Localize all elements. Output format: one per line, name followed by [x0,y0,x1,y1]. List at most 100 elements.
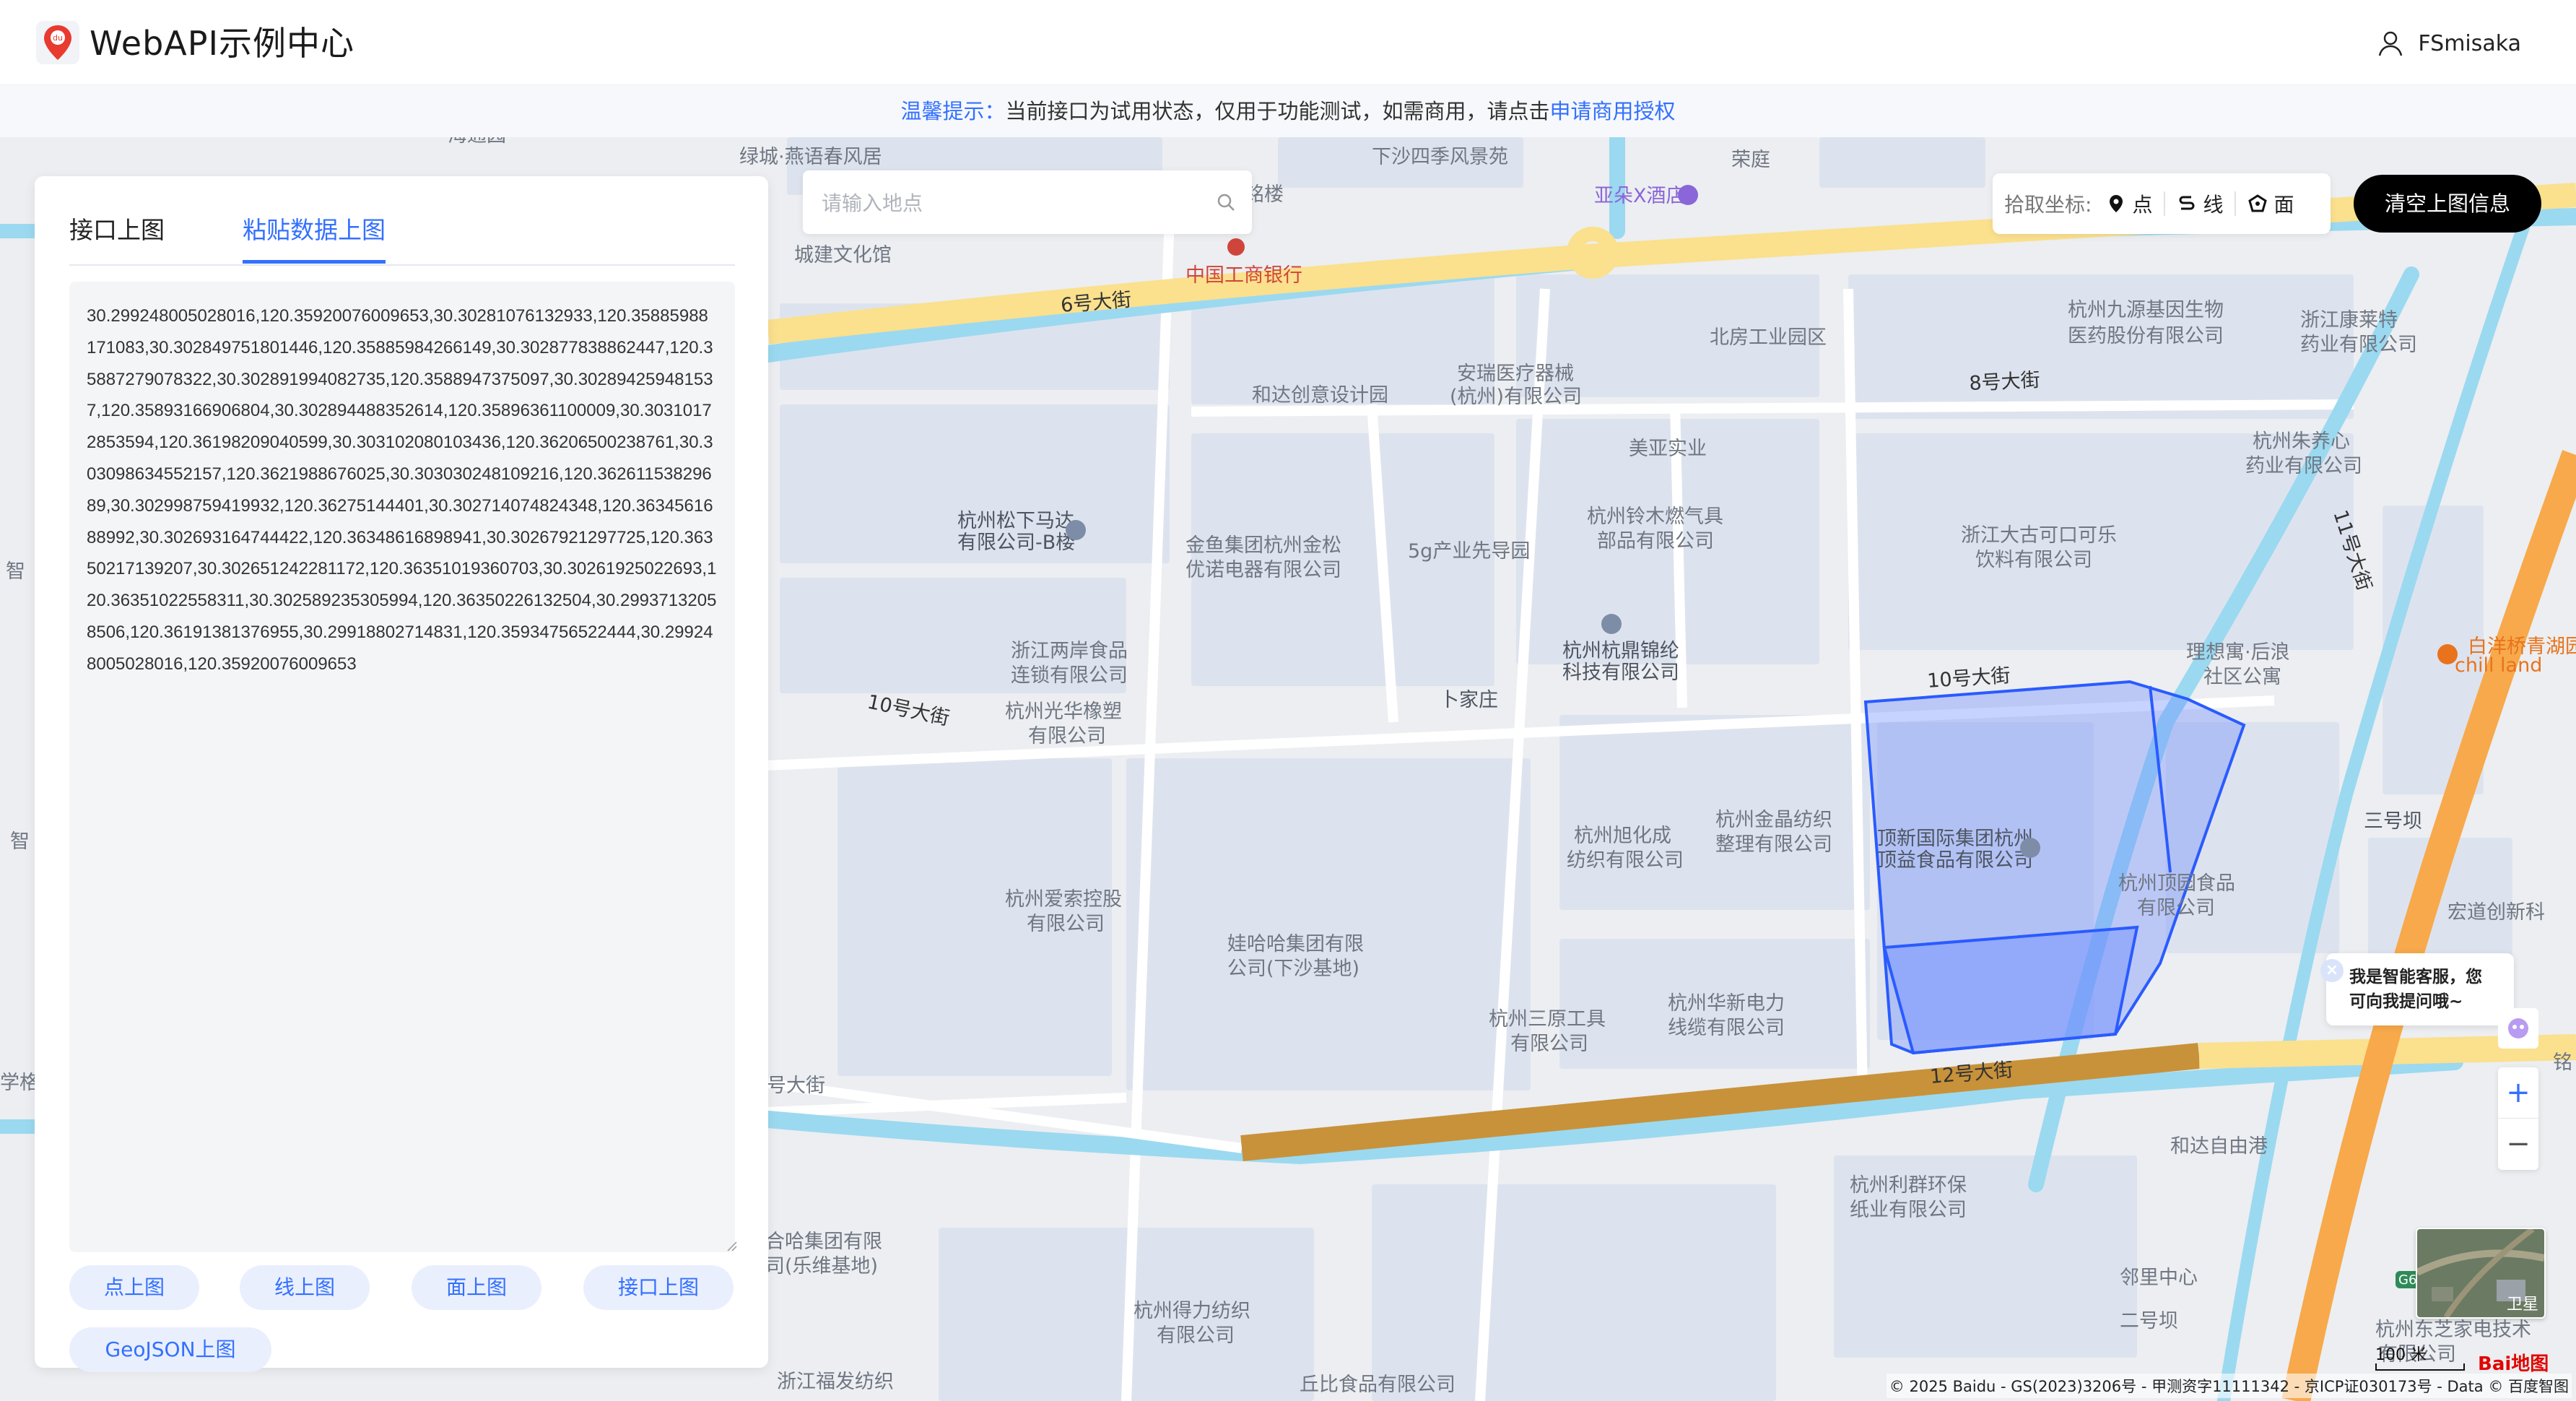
map-label: 荣庭 [1731,149,1770,171]
line-upload-button[interactable]: 线上图 [240,1265,370,1310]
clear-map-button[interactable]: 清空上图信息 [2354,175,2541,233]
map-label: 杭州东芝家电技术 [2375,1319,2531,1341]
panel-tabs: 接口上图 粘贴数据上图 [69,195,735,266]
pick-line-label: 线 [2203,193,2224,217]
map-label: 丘比食品有限公司 [1300,1374,1455,1396]
map-label: 浙江两岸食品 [1011,640,1128,662]
map-label: 下沙四季风景苑 [1372,146,1508,168]
hotel-icon [1678,185,1698,205]
polygon-upload-button[interactable]: 面上图 [412,1265,541,1310]
map-label: 杭州爱索控股 [1005,888,1122,911]
map-label: 有限公司 [1027,913,1105,935]
ai-assistant-bubble[interactable]: × 我是智能客服，您 可向我提问哦~ [2320,953,2514,1025]
map-label: 药业有限公司 [2245,455,2362,477]
map-label: 纸业有限公司 [1850,1199,1967,1221]
zoom-out-button[interactable]: − [2498,1119,2538,1169]
geojson-upload-button[interactable]: GeoJSON上图 [69,1327,271,1372]
park-poi-icon [2437,644,2458,664]
map-label: 杭州利群环保 [1850,1174,1967,1197]
search-icon[interactable] [1216,192,1236,212]
company-poi-icon [1601,614,1622,634]
tab-paste-data[interactable]: 粘贴数据上图 [243,211,386,264]
map-label: 公司(下沙基地) [1227,958,1359,980]
scale-label: 100 米 [2375,1346,2427,1364]
app-title: WebAPI示例中心 [90,24,355,63]
map-label: 理想寓·后浪 [2186,641,2290,664]
map-label: 杭州旭化成 [1574,825,1671,847]
notice-bar: 温馨提示：当前接口为试用状态，仅用于功能测试，如需商用，请点击申请商用授权 [0,85,2576,137]
map-label: 部品有限公司 [1597,530,1714,552]
map-label: 杭州顶园食品 [2118,872,2235,895]
pick-polygon-option[interactable]: 面 [2248,189,2294,218]
map-label: 北房工业园区 [1710,326,1827,349]
picker-divider [2164,191,2166,216]
resize-handle-icon[interactable] [726,1241,738,1252]
pick-polygon-label: 面 [2273,193,2294,217]
map-label: 有限公司 [1157,1324,1235,1347]
map-label: 5g产业先导园 [1408,540,1530,563]
map-label: 纺织有限公司 [1567,849,1684,872]
map-label: 连锁有限公司 [1011,664,1128,687]
polygon-icon [2248,194,2268,212]
map-label: 杭州得力纺织 [1133,1300,1250,1322]
picker-divider [2235,191,2237,216]
map-label: 杭州铃木燃气具 [1587,506,1723,528]
map-label: 有限公司 [2137,897,2215,919]
map-label: 合哈集团有限 [765,1231,882,1253]
svg-text:du: du [53,33,63,43]
map-label: 美亚实业 [1629,438,1707,460]
map-label: 智 [6,560,25,583]
map-label: 金鱼集团杭州金松 [1185,534,1341,557]
close-icon[interactable]: × [2320,959,2344,982]
map-label: 宏道创新科 [2447,901,2545,924]
robot-assistant-icon[interactable] [2498,1008,2538,1049]
road-label: 10号大街 [866,691,952,730]
road-label: 10号大街 [1926,664,2011,693]
notice-text: 当前接口为试用状态，仅用于功能测试，如需商用，请点击 [1005,99,1550,123]
pick-line-option[interactable]: 线 [2177,189,2223,218]
satellite-label: 卫星 [2506,1296,2538,1314]
map-label: 三号坝 [2364,810,2422,833]
location-search [803,170,1252,235]
map-label: 二号坝 [2120,1310,2178,1332]
map-label: 浙江福发纺织 [777,1371,894,1393]
map-label: 顶新国际集团杭州 [1877,828,2033,850]
map-label: 亚朵X酒店 [1594,185,1686,207]
point-upload-button[interactable]: 点上图 [69,1265,199,1310]
map-label: 杭州九源基因生物 [2068,299,2224,321]
baidu-map-logo-icon[interactable]: du [35,19,81,66]
map-copyright: © 2025 Baidu - GS(2023)3206号 - 甲测资字11111… [1886,1374,2572,1398]
polyline-icon [2179,196,2195,210]
map-label: 铭 [2553,1051,2572,1074]
map-label: 有限公司-B楼 [957,532,1075,554]
search-input[interactable] [820,170,1198,235]
map-label: 杭州朱养心 [2253,430,2350,453]
map-label: 中国工商银行 [1185,264,1302,287]
zoom-control: + − [2498,1067,2538,1170]
map-label: 安瑞医疗器械 [1457,363,1574,385]
map-label: 有限公司 [1028,725,1106,747]
scale-bar [2375,1363,2465,1371]
map-label: 城建文化馆 [794,244,892,266]
map-label: 杭州松下马达 [957,510,1074,532]
map-label: 线缆有限公司 [1668,1017,1785,1039]
satellite-toggle[interactable]: 卫星 [2416,1228,2546,1319]
coordinates-textarea[interactable]: 30.299248005028016,120.35920076009653,30… [69,282,735,1252]
map-label: 科技有限公司 [1562,662,1679,684]
map-label: 智 [10,830,30,853]
coordinate-picker: 拾取坐标: 点 线 面 [1993,173,2331,234]
user-account[interactable]: FSmisaka [2376,25,2521,62]
zoom-in-button[interactable]: + [2498,1067,2538,1119]
api-upload-button[interactable]: 接口上图 [583,1265,734,1310]
left-panel: 接口上图 粘贴数据上图 30.299248005028016,120.35920… [35,176,768,1372]
map-label: 杭州三原工具 [1489,1008,1606,1031]
apply-license-link[interactable]: 申请商用授权 [1550,99,1676,123]
pin-icon [2110,195,2123,212]
user-icon [2379,31,2403,56]
bank-icon [1227,238,1245,256]
road-label: 8号大街 [1969,369,2041,395]
tab-api-upload[interactable]: 接口上图 [69,211,165,260]
baidu-map-brand-logo: Bai地图 [2478,1353,2549,1375]
pick-point-option[interactable]: 点 [2106,189,2152,218]
map-label: 绿城·燕语春风居 [739,146,882,168]
